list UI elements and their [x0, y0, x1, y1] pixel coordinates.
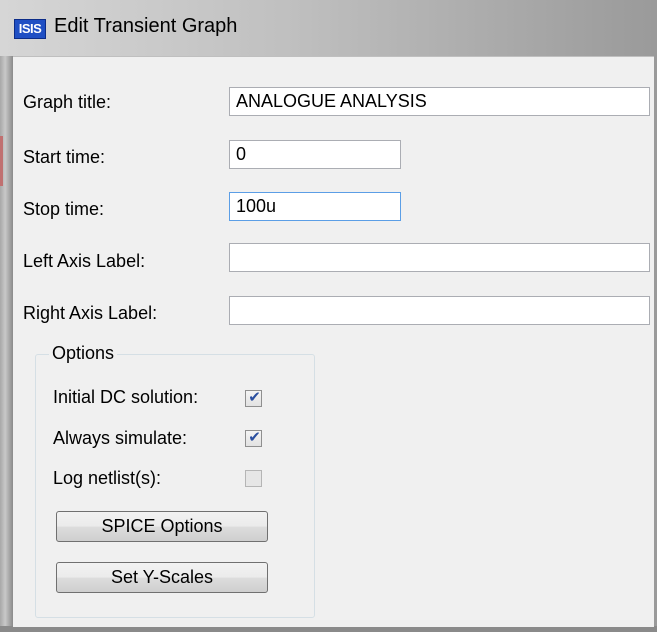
checkmark-icon: ✔ [248, 428, 261, 446]
graph-title-input[interactable] [229, 87, 650, 116]
log-netlists-label: Log netlist(s): [53, 468, 162, 488]
window-frame-left [0, 56, 13, 632]
right-axis-label-input[interactable] [229, 296, 650, 325]
initial-dc-solution-label: Initial DC solution: [53, 387, 199, 407]
set-y-scales-button[interactable]: Set Y-Scales [56, 562, 268, 593]
left-axis-label-label: Left Axis Label: [23, 251, 146, 271]
isis-app-icon: ISIS [14, 19, 46, 39]
always-simulate-checkbox[interactable]: ✔ [245, 428, 262, 447]
title-bar[interactable]: ISIS Edit Transient Graph [0, 0, 657, 56]
background-window-edge [0, 136, 3, 186]
window-title: Edit Transient Graph [54, 15, 238, 37]
spice-options-button[interactable]: SPICE Options [56, 511, 268, 542]
left-axis-label-input[interactable] [229, 243, 650, 272]
graph-title-label: Graph title: [23, 92, 112, 112]
start-time-input[interactable] [229, 140, 401, 169]
stop-time-input[interactable] [229, 192, 401, 221]
always-simulate-label: Always simulate: [53, 428, 188, 448]
initial-dc-solution-checkbox[interactable]: ✔ [245, 388, 262, 407]
log-netlists-checkbox[interactable] [245, 470, 262, 487]
options-group-title: Options [49, 343, 118, 364]
checkmark-icon: ✔ [248, 388, 261, 406]
dialog-client-area: Graph title: Start time: Stop time: Left… [13, 56, 654, 627]
start-time-label: Start time: [23, 147, 106, 167]
right-axis-label-label: Right Axis Label: [23, 303, 158, 323]
stop-time-label: Stop time: [23, 199, 105, 219]
